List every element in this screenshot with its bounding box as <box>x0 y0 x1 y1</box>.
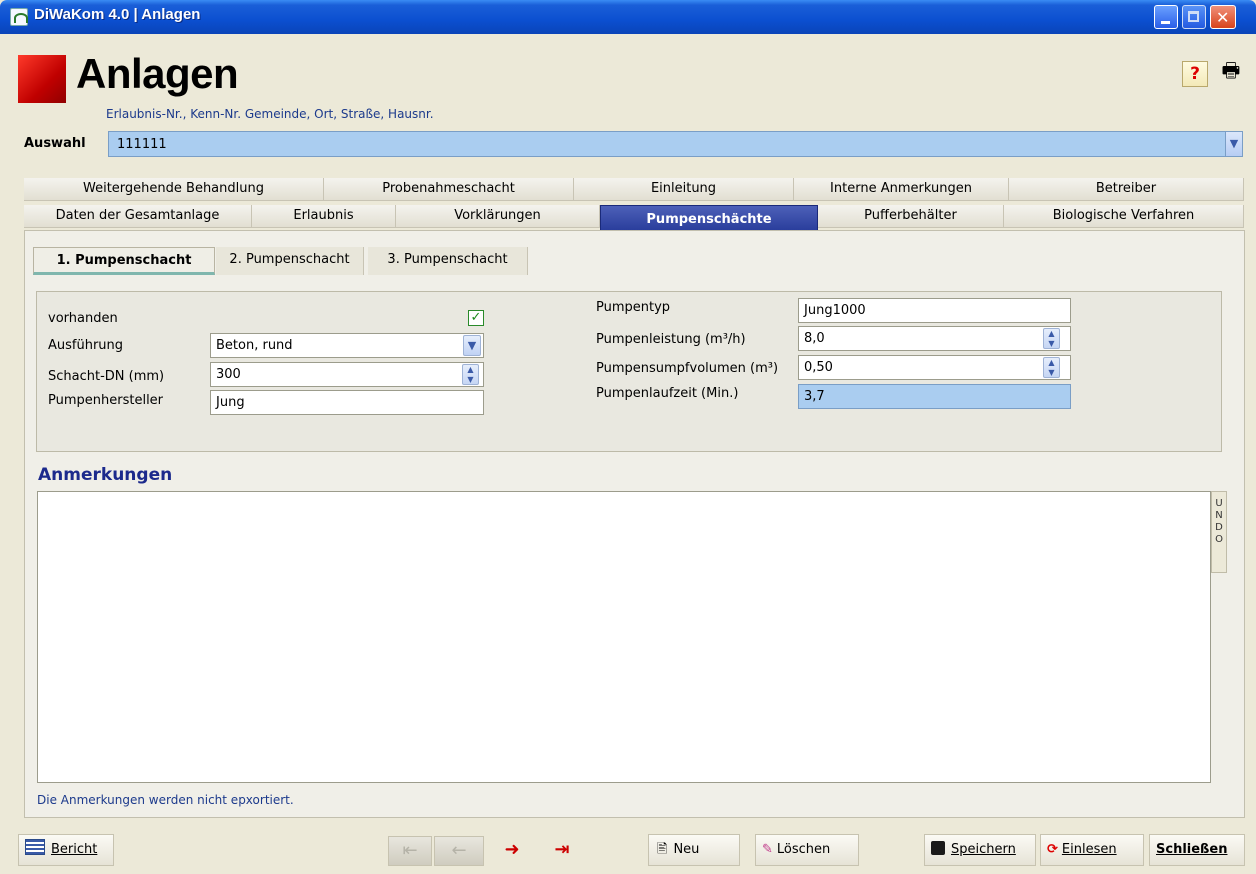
maximize-button[interactable] <box>1182 5 1206 29</box>
new-label: Neu <box>673 842 700 857</box>
schacht-dn-value: 300 <box>216 367 241 382</box>
arrow-last-icon: ⇥ <box>554 839 570 860</box>
search-hint: Erlaubnis-Nr., Kenn-Nr. Gemeinde, Ort, S… <box>106 107 434 121</box>
subtab-pumpenschacht-2[interactable]: 2. Pumpenschacht <box>216 247 364 275</box>
vorhanden-checkbox[interactable]: ✓ <box>468 310 484 326</box>
sumpf-value: 0,50 <box>804 360 833 375</box>
hersteller-label: Pumpenhersteller <box>48 393 164 408</box>
spinner-icon[interactable]: ▲ ▼ <box>462 364 479 385</box>
new-document-icon: 🖹 <box>657 842 668 857</box>
hersteller-value: Jung <box>216 395 245 410</box>
close-button[interactable] <box>1210 5 1236 29</box>
laufzeit-readonly-field: 3,7 <box>798 384 1071 409</box>
window-title: DiWaKom 4.0 | Anlagen <box>34 6 201 23</box>
notes-export-hint: Die Anmerkungen werden nicht epxortiert. <box>37 793 294 807</box>
pumpentyp-input[interactable]: Jung1000 <box>798 298 1071 323</box>
schacht-dn-label: Schacht-DN (mm) <box>48 369 165 384</box>
chevron-down-icon[interactable]: ▼ <box>1225 132 1242 156</box>
reload-icon: ⟳ <box>1047 842 1058 857</box>
arrow-right-icon: ➜ <box>504 839 520 860</box>
laufzeit-value: 3,7 <box>804 389 825 404</box>
last-record-button[interactable]: ⇥ <box>540 836 584 866</box>
new-button[interactable]: 🖹 Neu <box>648 834 740 866</box>
sumpf-input[interactable]: 0,50 <box>798 355 1071 380</box>
delete-label: Löschen <box>776 842 831 857</box>
subtab-pumpenschacht-3[interactable]: 3. Pumpenschacht <box>368 247 528 275</box>
page-title: Anlagen <box>76 50 239 97</box>
delete-button[interactable]: ✎ Löschen <box>755 834 859 866</box>
eraser-icon: ✎ <box>762 842 773 857</box>
title-bar[interactable]: DiWaKom 4.0 | Anlagen <box>0 0 1256 34</box>
chevron-down-icon[interactable]: ▼ <box>463 335 481 356</box>
previous-record-button[interactable]: ← <box>434 836 484 866</box>
tab-einleitung[interactable]: Einleitung <box>574 178 794 201</box>
arrow-left-icon: ← <box>451 840 467 861</box>
tab-pufferbehaelter[interactable]: Pufferbehälter <box>818 205 1004 228</box>
laufzeit-label: Pumpenlaufzeit (Min.) <box>596 386 739 401</box>
spinner-icon[interactable]: ▲ ▼ <box>1043 328 1060 349</box>
leistung-value: 8,0 <box>804 331 825 346</box>
spinner-icon[interactable]: ▲ ▼ <box>1043 357 1060 378</box>
help-button[interactable]: ? <box>1182 61 1208 87</box>
selector-label: Auswahl <box>24 136 86 151</box>
report-button[interactable]: Bericht <box>18 834 114 866</box>
hersteller-input[interactable]: Jung <box>210 390 484 415</box>
load-button[interactable]: ⟳ Einlesen <box>1040 834 1144 866</box>
floppy-disk-icon <box>931 841 945 855</box>
tab-row-lower: Daten der Gesamtanlage Erlaubnis Vorklär… <box>24 205 1244 231</box>
tab-vorklaerungen[interactable]: Vorklärungen <box>396 205 600 228</box>
report-label: Bericht <box>51 842 98 857</box>
app-icon <box>10 8 28 26</box>
schacht-dn-input[interactable]: 300 <box>210 362 484 387</box>
tab-biologische-verfahren[interactable]: Biologische Verfahren <box>1004 205 1244 228</box>
vorhanden-label: vorhanden <box>48 311 118 326</box>
close-label: Schließen <box>1156 842 1228 857</box>
leistung-input[interactable]: 8,0 <box>798 326 1071 351</box>
next-record-button[interactable]: ➜ <box>490 836 534 866</box>
undo-label: UNDO <box>1215 498 1223 545</box>
tab-probenahmeschacht[interactable]: Probenahmeschacht <box>324 178 574 201</box>
pumpentyp-label: Pumpentyp <box>596 300 671 315</box>
tab-row-upper: Weitergehende Behandlung Probenahmeschac… <box>24 178 1244 201</box>
printer-icon[interactable]: 🖶 <box>1218 58 1244 84</box>
tab-daten-der-gesamtanlage[interactable]: Daten der Gesamtanlage <box>24 205 252 228</box>
tab-weitergehende-behandlung[interactable]: Weitergehende Behandlung <box>24 178 324 201</box>
ausfuehrung-value: Beton, rund <box>216 338 293 353</box>
undo-button[interactable]: UNDO <box>1211 491 1227 573</box>
selector-combobox[interactable]: 111111 <box>108 131 1243 157</box>
selector-value: 111111 <box>117 137 167 152</box>
arrow-first-icon: ⇤ <box>402 840 418 861</box>
pumpentyp-value: Jung1000 <box>804 303 866 318</box>
load-label: Einlesen <box>1061 842 1117 857</box>
notes-heading: Anmerkungen <box>38 465 173 485</box>
subtab-pumpenschacht-1[interactable]: 1. Pumpenschacht <box>33 247 215 275</box>
tab-interne-anmerkungen[interactable]: Interne Anmerkungen <box>794 178 1009 201</box>
ausfuehrung-label: Ausführung <box>48 338 124 353</box>
tab-pumpenschaechte[interactable]: Pumpenschächte <box>600 205 818 231</box>
save-label: Speichern <box>951 842 1016 857</box>
notes-textarea[interactable] <box>37 491 1211 783</box>
first-record-button[interactable]: ⇤ <box>388 836 432 866</box>
report-icon <box>25 839 45 855</box>
module-color-marker <box>18 55 66 103</box>
sumpf-label: Pumpensumpfvolumen (m³) <box>596 361 779 376</box>
tab-erlaubnis[interactable]: Erlaubnis <box>252 205 396 228</box>
ausfuehrung-select[interactable]: Beton, rund <box>210 333 484 358</box>
save-button[interactable]: Speichern <box>924 834 1036 866</box>
close-form-button[interactable]: Schließen <box>1149 834 1245 866</box>
leistung-label: Pumpenleistung (m³/h) <box>596 332 746 347</box>
tab-betreiber[interactable]: Betreiber <box>1009 178 1244 201</box>
minimize-button[interactable] <box>1154 5 1178 29</box>
